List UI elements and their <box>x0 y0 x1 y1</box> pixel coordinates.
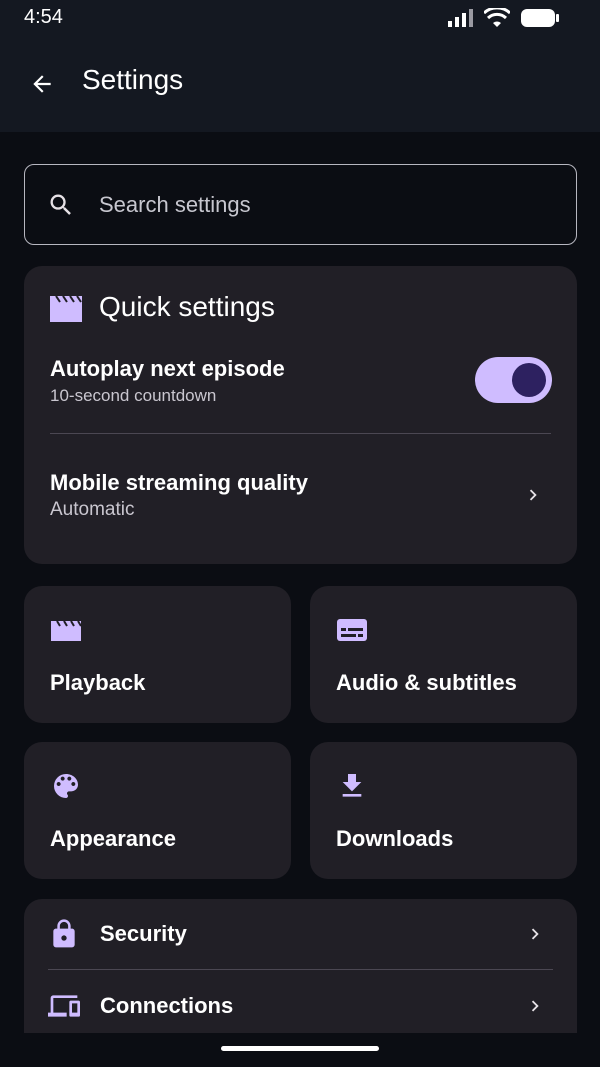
battery-icon <box>521 9 559 27</box>
streaming-quality-row[interactable]: Mobile streaming quality Automatic <box>24 446 577 546</box>
app-bar: Settings <box>0 36 600 132</box>
clapperboard-icon <box>51 620 82 641</box>
home-indicator[interactable] <box>221 1046 379 1051</box>
search-icon <box>50 194 71 215</box>
divider <box>50 433 551 434</box>
tile-label: Playback <box>50 670 146 695</box>
chevron-right-icon <box>531 928 539 940</box>
quick-settings-title: Quick settings <box>99 291 275 322</box>
chevron-right-icon <box>531 1000 539 1012</box>
search-input[interactable] <box>99 185 549 225</box>
list-item-security[interactable]: Security <box>24 901 577 967</box>
streaming-quality-title: Mobile streaming quality <box>50 470 308 495</box>
divider <box>48 969 553 970</box>
chevron-right-icon <box>529 489 537 501</box>
settings-list: Security Connections <box>24 899 577 1033</box>
tile-label: Audio & subtitles <box>336 670 517 695</box>
autoplay-subtitle: 10-second countdown <box>50 386 217 405</box>
tile-audio-subtitles[interactable]: Audio & subtitles <box>310 586 577 723</box>
autoplay-title: Autoplay next episode <box>50 356 285 381</box>
toggle-knob <box>512 363 546 397</box>
streaming-quality-value: Automatic <box>50 499 135 520</box>
page-title: Settings <box>82 64 184 95</box>
status-icons <box>448 6 560 30</box>
signal-icon <box>448 9 473 27</box>
status-bar: 4:54 <box>0 0 600 36</box>
download-icon <box>342 774 362 797</box>
quick-settings-card: Quick settings Autoplay next episode 10-… <box>24 266 577 564</box>
status-time: 4:54 <box>24 6 63 28</box>
subtitles-icon <box>337 619 367 641</box>
clapperboard-icon <box>50 296 82 322</box>
list-item-connections[interactable]: Connections <box>24 973 577 1033</box>
list-label: Security <box>100 921 187 946</box>
tile-label: Appearance <box>50 826 176 851</box>
devices-icon <box>48 995 80 1017</box>
tile-label: Downloads <box>336 826 454 851</box>
search-bar[interactable] <box>24 164 577 245</box>
list-label: Connections <box>100 993 234 1018</box>
tile-appearance[interactable]: Appearance <box>24 742 291 879</box>
back-button[interactable] <box>18 60 66 108</box>
lock-icon <box>53 919 75 948</box>
tile-downloads[interactable]: Downloads <box>310 742 577 879</box>
tile-playback[interactable]: Playback <box>24 586 291 723</box>
wifi-icon <box>484 8 510 27</box>
arrow-back-icon <box>33 75 51 93</box>
palette-icon <box>54 774 78 798</box>
autoplay-toggle[interactable] <box>475 357 552 403</box>
